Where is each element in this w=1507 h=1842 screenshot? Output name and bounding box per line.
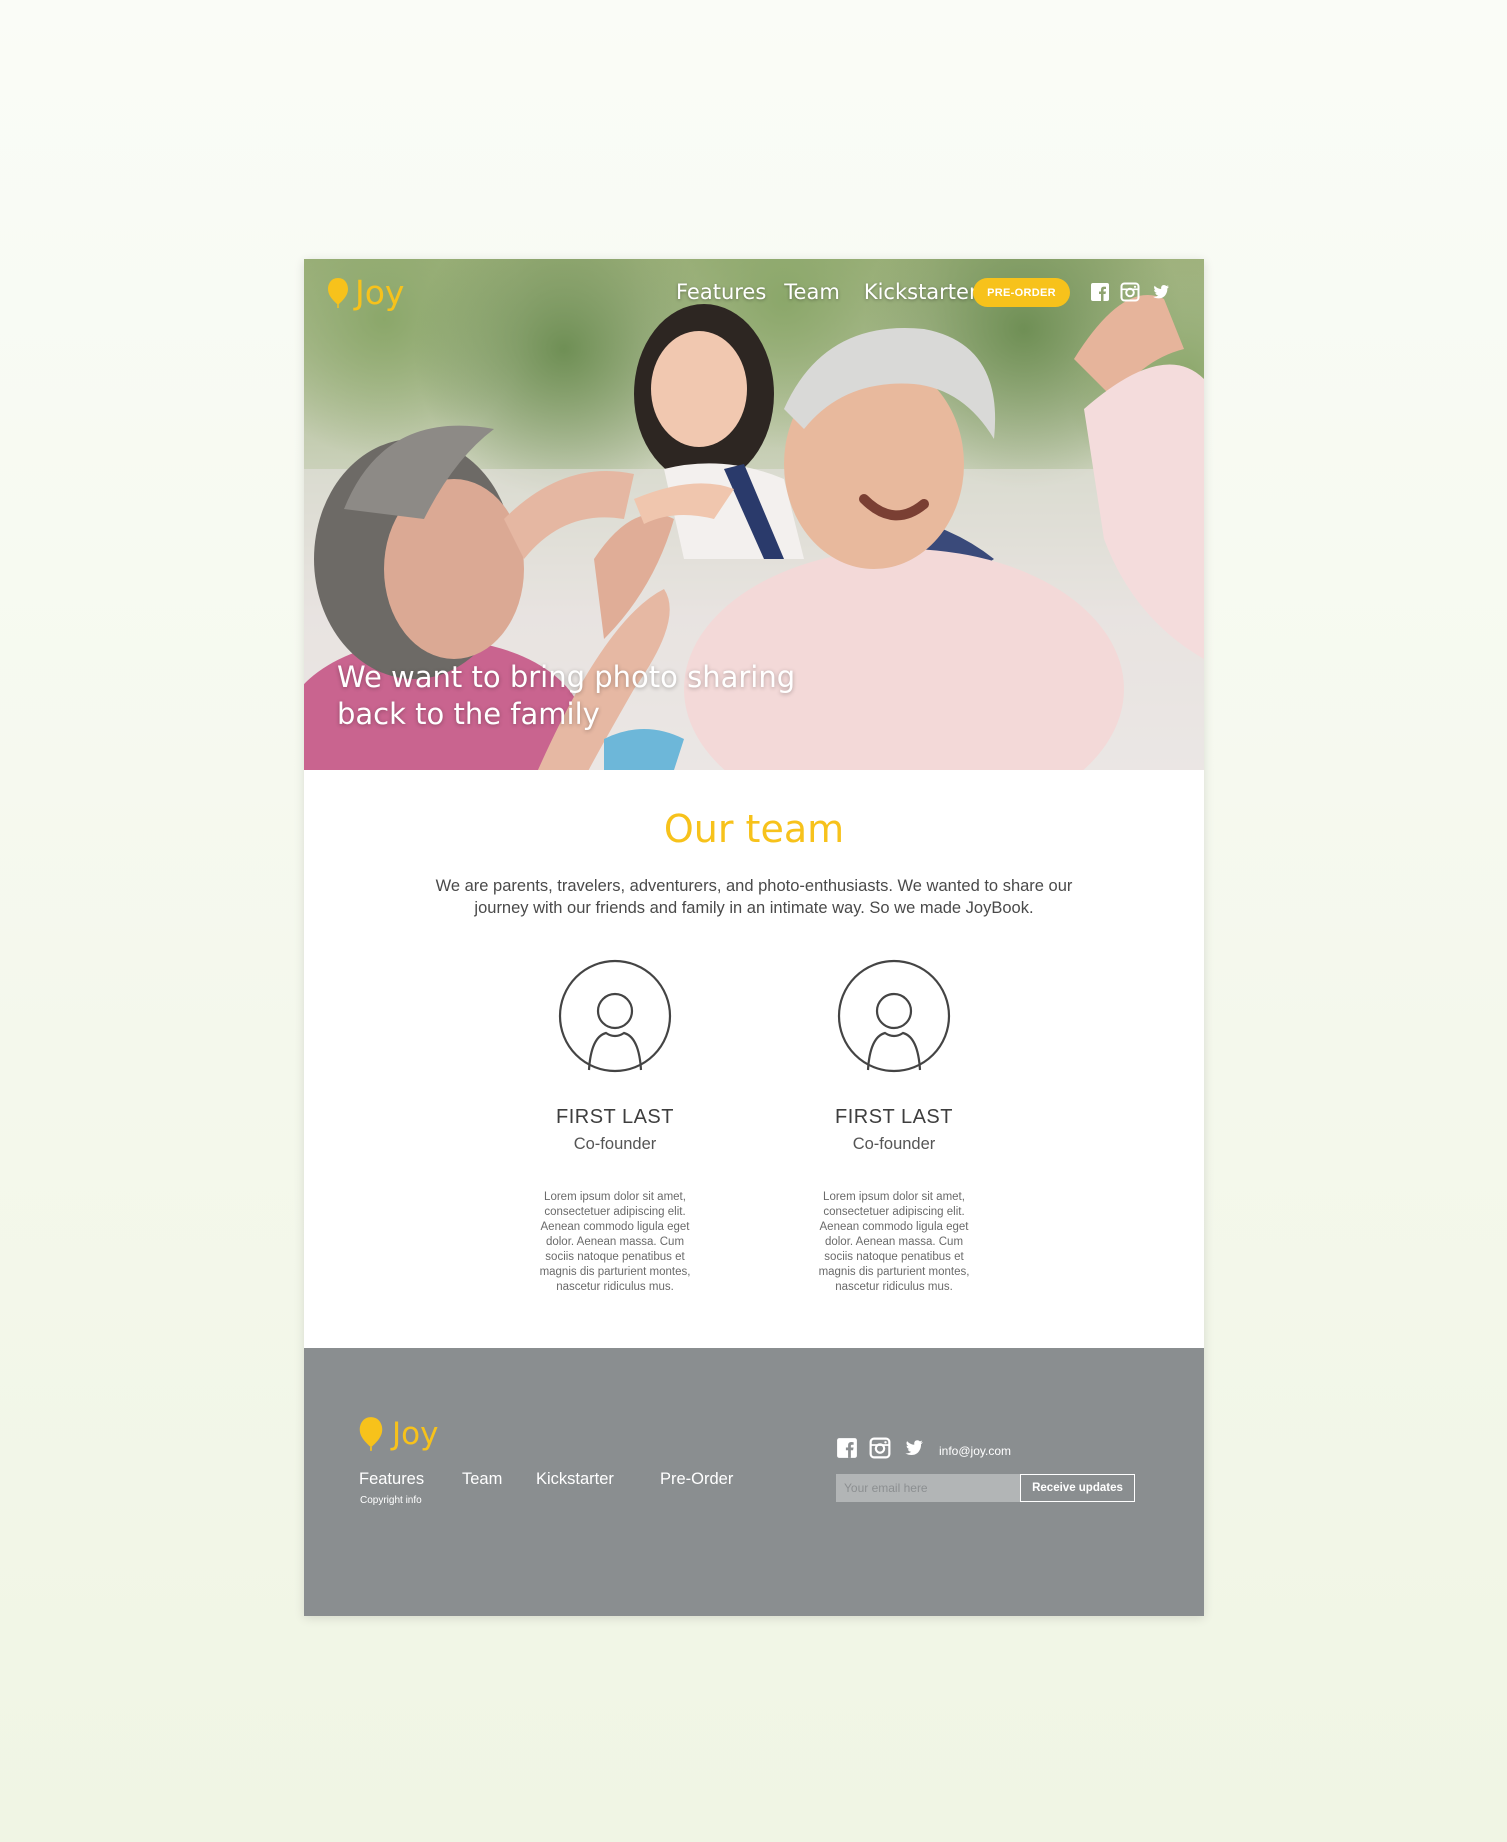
team-member-card: FIRST LAST Co-founder Lorem ipsum dolor … bbox=[515, 959, 715, 1295]
header-social-links bbox=[1090, 282, 1170, 302]
avatar-icon bbox=[837, 959, 951, 1073]
footer-nav-team[interactable]: Team bbox=[462, 1470, 502, 1489]
member-bio: Lorem ipsum dolor sit amet, consectetuer… bbox=[539, 1191, 691, 1293]
footer-logo-text: Joy bbox=[392, 1416, 439, 1452]
member-name: FIRST LAST bbox=[556, 1106, 674, 1128]
header-nav: Features Team Kickstarter bbox=[676, 280, 996, 304]
team-title: Our team bbox=[663, 807, 845, 851]
footer-nav-kickstarter[interactable]: Kickstarter bbox=[536, 1470, 614, 1489]
footer-nav-preorder[interactable]: Pre-Order bbox=[660, 1470, 733, 1489]
team-description: We are parents, travelers, adventurers, … bbox=[435, 877, 1073, 917]
preorder-button[interactable]: PRE-ORDER bbox=[973, 278, 1070, 307]
footer-logo[interactable]: Joy bbox=[358, 1416, 438, 1452]
hero-headline-line2: back to the family bbox=[337, 697, 600, 731]
team-member-card: FIRST LAST Co-founder Lorem ipsum dolor … bbox=[794, 959, 994, 1295]
twitter-icon[interactable] bbox=[1150, 282, 1170, 302]
copyright-text: Copyright info bbox=[360, 1495, 422, 1506]
member-bio: Lorem ipsum dolor sit amet, consectetuer… bbox=[818, 1191, 970, 1293]
hero-section: Joy Features Team Kickstarter PRE-ORDER … bbox=[304, 259, 1204, 770]
twitter-icon[interactable] bbox=[902, 1437, 924, 1459]
hero-headline-line1: We want to bring photo sharing bbox=[337, 660, 796, 694]
balloon-icon bbox=[359, 1417, 383, 1451]
member-name: FIRST LAST bbox=[835, 1106, 953, 1128]
facebook-icon[interactable] bbox=[836, 1437, 858, 1459]
member-role: Co-founder bbox=[573, 1135, 657, 1153]
instagram-icon[interactable] bbox=[1120, 282, 1140, 302]
page-card: Joy Features Team Kickstarter PRE-ORDER … bbox=[304, 259, 1204, 1616]
hero-headline: We want to bring photo sharing back to t… bbox=[337, 659, 807, 733]
member-role: Co-founder bbox=[852, 1135, 936, 1153]
nav-features[interactable]: Features bbox=[676, 280, 766, 304]
footer-social-links bbox=[836, 1437, 924, 1459]
footer-nav-features[interactable]: Features bbox=[359, 1470, 424, 1489]
receive-updates-button[interactable]: Receive updates bbox=[1020, 1474, 1135, 1502]
logo-text: Joy bbox=[355, 273, 405, 312]
nav-kickstarter[interactable]: Kickstarter bbox=[864, 280, 978, 304]
facebook-icon[interactable] bbox=[1090, 282, 1110, 302]
contact-email[interactable]: info@joy.com bbox=[939, 1444, 1011, 1458]
instagram-icon[interactable] bbox=[869, 1437, 891, 1459]
balloon-icon bbox=[328, 277, 348, 308]
email-input[interactable] bbox=[836, 1474, 1020, 1502]
nav-team[interactable]: Team bbox=[784, 280, 840, 304]
footer: Joy Features Team Kickstarter Pre-Order … bbox=[304, 1348, 1204, 1616]
header-logo[interactable]: Joy bbox=[327, 273, 404, 312]
avatar-icon bbox=[558, 959, 672, 1073]
